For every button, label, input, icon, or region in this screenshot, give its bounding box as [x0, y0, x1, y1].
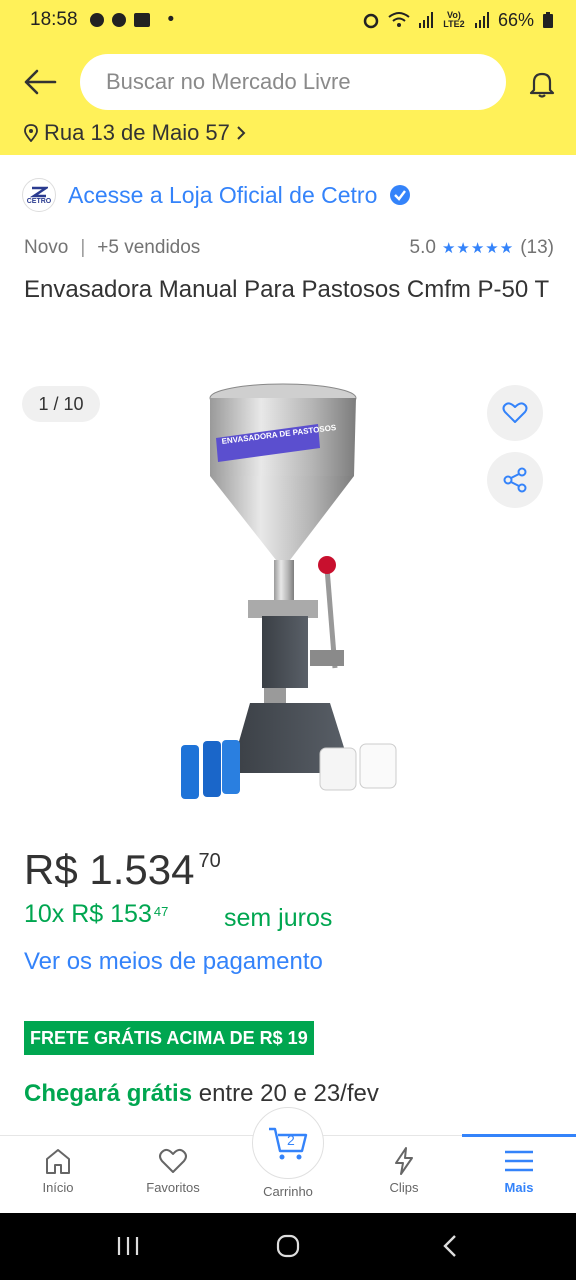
recent-apps-icon	[117, 1237, 139, 1255]
installment-cents: 47	[153, 904, 169, 919]
search-input[interactable]: Buscar no Mercado Livre	[80, 54, 506, 110]
chevron-left-icon	[443, 1235, 456, 1257]
signal-icon	[418, 11, 434, 29]
share-button[interactable]	[487, 452, 543, 508]
sold-count: +5 vendidos	[97, 237, 201, 258]
price-cents: 70	[198, 850, 221, 872]
cart-icon: 2	[269, 1127, 308, 1160]
home-circle-icon	[276, 1234, 300, 1258]
home-button[interactable]	[268, 1231, 308, 1261]
location-selector[interactable]: Rua 13 de Maio 57	[24, 120, 246, 146]
heart-icon	[159, 1148, 187, 1173]
favorite-button[interactable]	[487, 385, 543, 441]
arrival-info: Chegará grátis entre 20 e 23/fev	[24, 1080, 379, 1108]
payment-methods-link[interactable]: Ver os meios de pagamento	[24, 948, 323, 976]
nav-label-carrinho: Carrinho	[263, 1184, 313, 1199]
condition-label: Novo	[24, 237, 69, 258]
menu-icon	[505, 1150, 533, 1172]
nav-favoritos[interactable]: Favoritos	[123, 1146, 223, 1195]
star-icons: ★★★★★	[441, 240, 515, 257]
chevron-right-icon	[237, 126, 246, 140]
wifi-icon	[388, 11, 410, 29]
verified-badge-icon	[390, 185, 411, 205]
nav-mais[interactable]: Mais	[469, 1146, 569, 1195]
installments: 10x R$ 153 47	[24, 900, 168, 929]
gallery-counter: 1 / 10	[22, 386, 100, 422]
status-bar: 18:58 • Vo) LTE2 66%	[0, 0, 576, 40]
battery-icon	[542, 11, 554, 29]
alarm-icon	[362, 11, 380, 29]
battery-percent: 66%	[497, 9, 534, 30]
cart-badge: 2	[287, 1132, 295, 1148]
official-store-row[interactable]: CETRO Acesse a Loja Oficial de Cetro	[22, 176, 411, 214]
meta-separator: |	[80, 237, 86, 258]
price: R$ 1.534 70	[24, 846, 221, 894]
notifications-button[interactable]	[520, 62, 564, 106]
notification-icons	[88, 11, 158, 29]
status-time: 18:58	[30, 9, 78, 30]
status-dot: •	[167, 9, 175, 30]
rating[interactable]: 5.0 ★★★★★ (13)	[410, 237, 554, 259]
nav-label: Favoritos	[146, 1180, 200, 1195]
system-navigation-bar	[0, 1213, 576, 1280]
active-tab-indicator	[462, 1134, 576, 1137]
product-title: Envasadora Manual Para Pastosos Cmfm P-5…	[24, 276, 550, 303]
installment-main: 10x R$ 153	[24, 900, 152, 928]
system-back-button[interactable]	[430, 1231, 470, 1261]
bell-icon	[529, 72, 555, 98]
product-meta: Novo | +5 vendidos 5.0 ★★★★★ (13)	[24, 234, 554, 262]
share-icon	[503, 467, 527, 493]
header: Buscar no Mercado Livre Rua 13 de Maio 5…	[0, 40, 576, 155]
bolt-icon	[395, 1147, 413, 1175]
location-pin-icon	[24, 124, 38, 142]
search-placeholder: Buscar no Mercado Livre	[106, 69, 351, 94]
recent-apps-button[interactable]	[108, 1231, 148, 1261]
arrival-dates: entre 20 e 23/fev	[198, 1080, 379, 1107]
nav-label: Mais	[504, 1180, 534, 1195]
nav-label: Clips	[389, 1180, 419, 1195]
volte-label: Vo) LTE2	[443, 10, 465, 29]
store-logo-text: CETRO	[26, 197, 52, 205]
arrival-bold: Chegará grátis	[24, 1080, 193, 1107]
nav-clips[interactable]: Clips	[354, 1146, 454, 1195]
arrow-left-icon	[24, 69, 57, 95]
rating-value: 5.0	[409, 237, 436, 258]
nav-label: Início	[42, 1180, 74, 1195]
nav-inicio[interactable]: Início	[8, 1146, 108, 1195]
free-shipping-badge: FRETE GRÁTIS ACIMA DE R$ 19	[24, 1021, 314, 1055]
home-icon	[46, 1149, 70, 1174]
heart-icon	[502, 402, 528, 423]
review-count: (13)	[520, 237, 554, 258]
store-logo: CETRO	[22, 178, 56, 212]
back-button[interactable]	[20, 62, 60, 102]
interest-free-label: sem juros	[224, 904, 333, 932]
nav-carrinho[interactable]: 2	[252, 1107, 324, 1179]
location-text: Rua 13 de Maio 57	[44, 120, 230, 145]
product-image[interactable]: ENVASADORA DE PASTOSOS	[160, 378, 420, 808]
store-link[interactable]: Acesse a Loja Oficial de Cetro	[68, 182, 377, 209]
signal-icon-2	[474, 11, 490, 29]
price-main: R$ 1.534	[24, 846, 195, 893]
